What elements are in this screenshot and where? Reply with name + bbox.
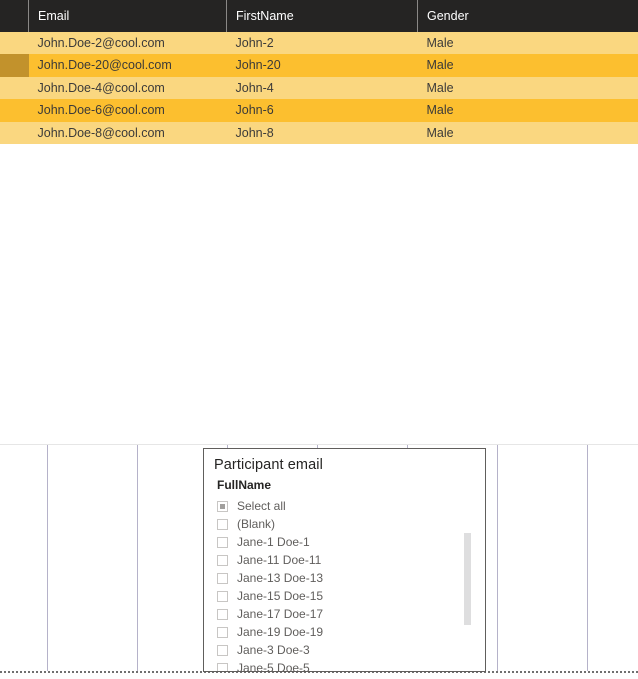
table-body[interactable]: John.Doe-2@cool.com John-2 Male John.Doe-20… — [0, 32, 638, 145]
row-selection-cell[interactable] — [0, 32, 29, 55]
checkbox-partial-icon[interactable] — [217, 500, 228, 512]
slicer-item-list[interactable]: Select all (Blank) Jane-1 Doe-1 Jane-11 Doe… — [204, 495, 485, 672]
row-selection-cell[interactable] — [0, 76, 29, 100]
slicer-item[interactable]: Select all — [217, 497, 485, 515]
cell-gender[interactable]: Male — [417, 54, 638, 77]
table-visual[interactable]: Email FirstName Gender John.Doe-2@cool.c… — [0, 0, 638, 444]
slicer-title: Participant email — [214, 457, 323, 473]
slicer-item-label: Jane-13 Doe-13 — [237, 571, 324, 585]
slicer-item-label: Jane-19 Doe-19 — [237, 625, 324, 639]
slicer-scrollbar-thumb[interactable] — [464, 533, 471, 625]
table-row[interactable]: John.Doe-6@cool.com John-6 Male — [0, 99, 638, 122]
row-selection-marker[interactable] — [0, 54, 29, 77]
slicer-item-label: Jane-11 Doe-11 — [237, 553, 322, 567]
slicer-item-label: Select all — [237, 499, 286, 513]
cell-email[interactable]: John.Doe-6@cool.com — [28, 99, 227, 122]
cell-firstname[interactable]: John-4 — [226, 76, 418, 100]
column-header-email-label: Email — [38, 9, 70, 23]
cell-firstname[interactable]: John-20 — [226, 54, 418, 77]
cell-gender[interactable]: Male — [417, 76, 638, 100]
column-header-gender[interactable]: Gender — [417, 0, 638, 32]
slicer-item[interactable]: Jane-1 Doe-1 — [217, 533, 485, 551]
table-row[interactable]: John.Doe-2@cool.com John-2 Male — [0, 32, 638, 55]
slicer-item-label: Jane-1 Doe-1 — [237, 535, 310, 549]
checkbox-icon[interactable] — [217, 662, 228, 671]
cell-gender[interactable]: Male — [417, 99, 638, 122]
report-page: Email FirstName Gender John.Doe-2@cool.c… — [0, 0, 638, 679]
cell-email-text: John.Doe-4@cool.com — [37, 80, 165, 95]
slicer-item-label: Jane-3 Doe-3 — [237, 643, 310, 657]
canvas-grid-column — [47, 445, 48, 671]
cell-gender[interactable]: Male — [417, 121, 638, 145]
cell-email[interactable]: John.Doe-2@cool.com — [28, 32, 227, 55]
cell-email-text: John.Doe-8@cool.com — [37, 125, 165, 140]
table-row[interactable]: John.Doe-8@cool.com John-8 Male — [0, 121, 638, 145]
cell-email-text: John.Doe-2@cool.com — [37, 36, 165, 50]
cell-firstname-text: John-4 — [235, 80, 274, 95]
checkbox-icon[interactable] — [217, 626, 228, 638]
cell-email-text: John.Doe-20@cool.com — [37, 58, 172, 73]
column-header-firstname[interactable]: FirstName — [226, 0, 418, 32]
slicer-item-label: Jane-17 Doe-17 — [237, 607, 324, 621]
row-selection-cell[interactable] — [0, 99, 29, 122]
cell-gender-text: Male — [426, 58, 454, 73]
slicer-item[interactable]: (Blank) — [217, 515, 485, 533]
cell-firstname[interactable]: John-8 — [226, 121, 418, 145]
cell-email[interactable]: John.Doe-4@cool.com — [28, 76, 227, 100]
slicer-item-label: Jane-5 Doe-5 — [237, 661, 310, 672]
canvas-grid-column — [137, 445, 138, 671]
table-row[interactable]: John.Doe-20@cool.com John-20 Male — [0, 54, 638, 77]
checkbox-icon[interactable] — [217, 536, 228, 548]
slicer-item-label: Jane-15 Doe-15 — [237, 589, 324, 603]
cell-firstname[interactable]: John-2 — [226, 32, 418, 55]
cell-gender-text: Male — [426, 80, 454, 95]
cell-gender-text: Male — [426, 103, 454, 118]
slicer-item[interactable]: Jane-5 Doe-5 — [217, 659, 485, 672]
cell-gender-text: Male — [426, 125, 454, 140]
cell-firstname-text: John-6 — [235, 103, 274, 118]
cell-firstname[interactable]: John-6 — [226, 99, 418, 122]
cell-email[interactable]: John.Doe-20@cool.com — [28, 54, 227, 77]
column-header-gender-label: Gender — [427, 9, 469, 23]
checkbox-icon[interactable] — [217, 554, 228, 566]
slicer-scrollbar-track[interactable] — [464, 489, 478, 667]
column-header-select[interactable] — [0, 0, 29, 32]
cell-gender-text: Male — [426, 36, 454, 50]
checkbox-icon[interactable] — [217, 644, 228, 656]
checkbox-icon[interactable] — [217, 518, 228, 530]
canvas-grid-column — [497, 445, 498, 671]
table-row[interactable]: John.Doe-4@cool.com John-4 Male — [0, 76, 638, 100]
slicer-field-label: FullName — [217, 478, 272, 492]
slicer-item[interactable]: Jane-11 Doe-11 — [217, 551, 485, 569]
checkbox-icon[interactable] — [217, 608, 228, 620]
table-header: Email FirstName Gender — [0, 0, 638, 32]
cell-firstname-text: John-20 — [235, 58, 281, 73]
cell-gender[interactable]: Male — [417, 32, 638, 55]
slicer-item[interactable]: Jane-3 Doe-3 — [217, 641, 485, 659]
checkbox-icon[interactable] — [217, 590, 228, 602]
column-header-email[interactable]: Email — [28, 0, 227, 32]
cell-email[interactable]: John.Doe-8@cool.com — [28, 121, 227, 145]
row-selection-cell[interactable] — [0, 121, 29, 145]
slicer-item[interactable]: Jane-13 Doe-13 — [217, 569, 485, 587]
column-header-firstname-label: FirstName — [236, 9, 294, 23]
table-header-row: Email FirstName Gender — [0, 0, 638, 32]
canvas-grid-column — [587, 445, 588, 671]
cell-firstname-text: John-2 — [235, 36, 274, 50]
checkbox-icon[interactable] — [217, 572, 228, 584]
slicer-item[interactable]: Jane-15 Doe-15 — [217, 587, 485, 605]
slicer-item[interactable]: Jane-17 Doe-17 — [217, 605, 485, 623]
cell-firstname-text: John-8 — [235, 125, 274, 140]
slicer-item-label: (Blank) — [237, 517, 276, 531]
participant-email-slicer[interactable]: Participant email FullName Select all (Bl… — [203, 448, 486, 672]
data-table[interactable]: Email FirstName Gender John.Doe-2@cool.c… — [0, 0, 638, 145]
slicer-item[interactable]: Jane-19 Doe-19 — [217, 623, 485, 641]
cell-email-text: John.Doe-6@cool.com — [37, 103, 165, 118]
